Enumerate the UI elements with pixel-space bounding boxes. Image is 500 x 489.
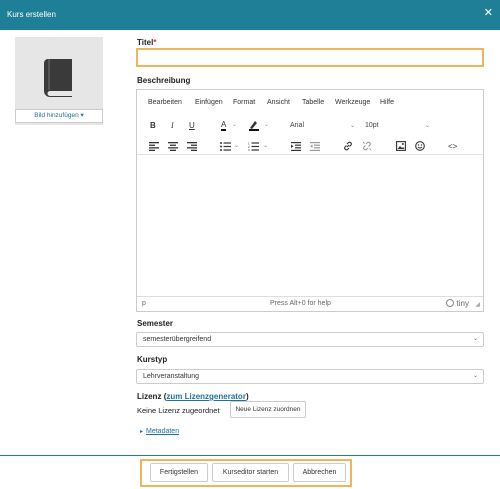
dialog-title: Kurs erstellen (7, 10, 56, 19)
unlink-icon[interactable] (362, 141, 372, 151)
cancel-button[interactable]: Abbrechen (293, 463, 346, 482)
license-value: Keine Lizenz zugeordnet (137, 406, 220, 415)
license-label: Lizenz (zum Lizenzgenerator) (137, 392, 249, 401)
chevron-down-icon[interactable]: ⌄ (264, 121, 269, 128)
editor-content-area[interactable] (137, 154, 483, 294)
add-image-button[interactable]: Bild hinzufügen ▾ (15, 109, 103, 123)
bullet-list-icon[interactable] (220, 142, 231, 151)
book-icon (44, 59, 72, 97)
menu-view[interactable]: Ansicht (267, 99, 290, 106)
image-icon[interactable] (396, 141, 406, 151)
source-code-button[interactable]: <> (448, 142, 457, 151)
license-paren-close: ) (245, 392, 249, 401)
semester-label: Semester (137, 319, 174, 328)
caret-right-icon: ▸ (140, 429, 144, 435)
menu-table[interactable]: Tabelle (302, 99, 324, 106)
close-icon[interactable]: ✕ (484, 7, 493, 19)
footer-divider (0, 455, 500, 456)
bold-button[interactable]: B (150, 121, 156, 130)
dialog-header: Kurs erstellen ✕ (0, 0, 500, 30)
coursetype-select[interactable]: Lehrveranstaltung ⌄ (136, 369, 484, 384)
semester-value: semesterübergreifend (143, 336, 212, 343)
metadata-toggle[interactable]: ▸ Metadaten (140, 428, 179, 435)
title-input[interactable] (136, 48, 484, 67)
coursetype-value: Lehrveranstaltung (143, 373, 200, 380)
caret-down-icon: ▾ (80, 112, 84, 119)
svg-text:3: 3 (248, 148, 250, 151)
font-family-value: Arial (290, 122, 305, 129)
align-left-icon[interactable] (149, 142, 159, 151)
finish-button[interactable]: Fertigstellen (150, 463, 208, 482)
italic-button[interactable]: I (171, 121, 174, 130)
emoji-icon[interactable] (415, 141, 425, 151)
link-icon[interactable] (343, 141, 353, 151)
chevron-down-icon: ⌄ (472, 336, 478, 342)
semester-select[interactable]: semesterübergreifend ⌄ (136, 332, 484, 347)
required-marker: * (153, 38, 157, 47)
highlight-color-icon[interactable] (248, 119, 260, 131)
chevron-down-icon[interactable]: ⌄ (234, 142, 239, 149)
coursetype-label: Kurstyp (137, 355, 168, 364)
indent-icon[interactable] (291, 142, 301, 151)
underline-button[interactable]: U (189, 121, 195, 130)
font-size-select[interactable]: 10pt ⌄ (362, 119, 434, 133)
tiny-brand[interactable]: tiny (446, 299, 469, 308)
menu-edit[interactable]: Bearbeiten (148, 99, 182, 106)
align-center-icon[interactable] (168, 142, 178, 151)
menu-insert[interactable]: Einfügen (195, 99, 223, 106)
menu-tools[interactable]: Werkzeuge (335, 99, 370, 106)
rich-text-editor: Bearbeiten Einfügen Format Ansicht Tabel… (136, 89, 484, 312)
chevron-down-icon: ⌄ (472, 373, 478, 379)
menu-format[interactable]: Format (233, 99, 255, 106)
chevron-down-icon[interactable]: ⌄ (232, 121, 237, 128)
title-label-text: Titel (137, 38, 154, 47)
chevron-down-icon: ⌄ (349, 123, 355, 129)
editor-statusbar: p Press Alt+0 for help tiny ◢ (137, 296, 483, 311)
numbered-list-icon[interactable]: 123 (248, 142, 259, 151)
text-color-button[interactable]: A (221, 120, 227, 131)
chevron-down-icon[interactable]: ⌄ (263, 142, 268, 149)
align-right-icon[interactable] (187, 142, 197, 151)
editor-menubar: Bearbeiten Einfügen Format Ansicht Tabel… (137, 90, 483, 114)
element-path[interactable]: p (142, 300, 146, 307)
font-family-select[interactable]: Arial ⌄ (287, 119, 359, 133)
metadata-label: Metadaten (146, 428, 180, 435)
title-label: Titel* (137, 38, 156, 47)
help-hint: Press Alt+0 for help (270, 300, 331, 307)
chevron-down-icon: ⌄ (424, 123, 430, 129)
tiny-brand-text: tiny (456, 299, 469, 308)
description-label: Beschreibung (137, 76, 191, 85)
assign-license-button[interactable]: Neue Lizenz zuordnen (230, 401, 306, 418)
font-size-value: 10pt (365, 122, 379, 129)
start-course-editor-button[interactable]: Kurseditor starten (212, 463, 289, 482)
resize-handle-icon[interactable]: ◢ (475, 301, 480, 308)
add-image-label: Bild hinzufügen (34, 112, 79, 119)
menu-help[interactable]: Hilfe (380, 99, 394, 106)
outdent-icon[interactable] (310, 142, 320, 151)
tiny-logo-icon (446, 299, 455, 307)
license-label-text: Lizenz (137, 392, 162, 401)
license-generator-link[interactable]: zum Lizenzgenerator (166, 392, 246, 401)
